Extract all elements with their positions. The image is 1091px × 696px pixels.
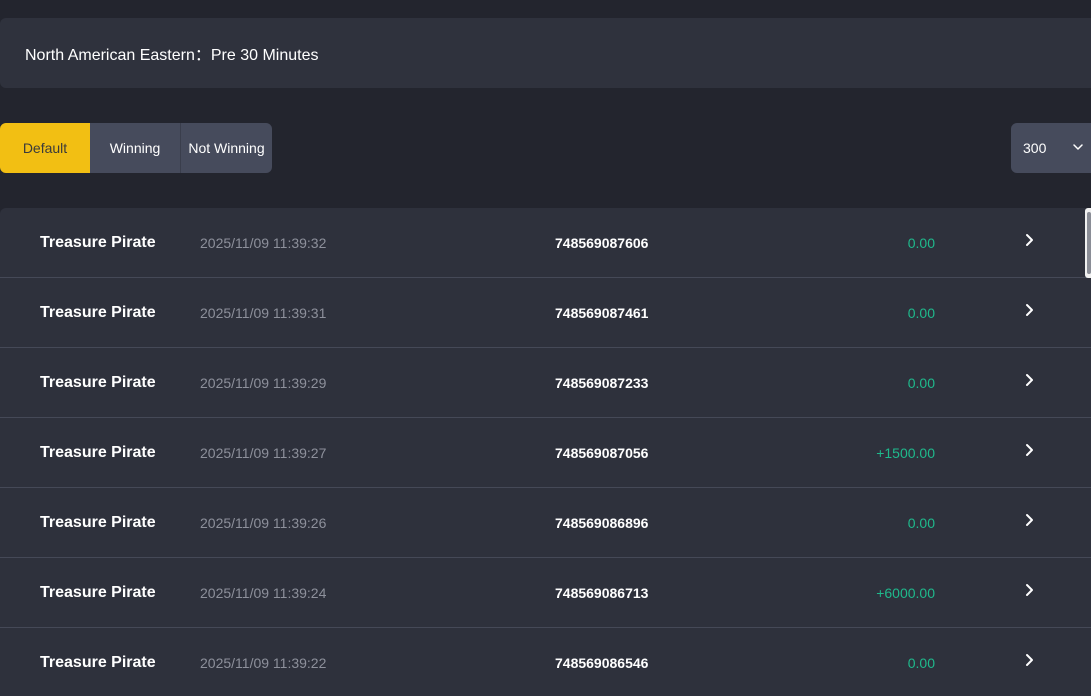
chevron-down-icon	[1073, 144, 1083, 150]
order-id: 748569087056	[555, 445, 649, 461]
order-id: 748569087233	[555, 375, 649, 391]
game-name: Treasure Pirate	[40, 374, 156, 391]
page-size-value: 300	[1023, 140, 1047, 156]
order-id: 748569087606	[555, 235, 649, 251]
bet-time: 2025/11/09 11:39:24	[200, 585, 327, 601]
win-amount: +6000.00	[876, 585, 935, 601]
win-amount: 0.00	[907, 655, 935, 671]
bet-time: 2025/11/09 11:39:32	[200, 235, 327, 251]
timezone-text: North American Eastern：Pre 30 Minutes	[25, 47, 319, 64]
order-id: 748569086546	[555, 655, 649, 671]
bet-time: 2025/11/09 11:39:29	[200, 375, 327, 391]
chevron-right-icon[interactable]	[1022, 302, 1036, 318]
list-scrollbar[interactable]	[1085, 208, 1091, 278]
bet-time: 2025/11/09 11:39:27	[200, 445, 327, 461]
bet-record-row[interactable]: Treasure Pirate 2025/11/09 11:39:27 7485…	[0, 418, 1091, 488]
timezone-banner: North American Eastern：Pre 30 Minutes	[0, 18, 1091, 88]
bet-record-row[interactable]: Treasure Pirate 2025/11/09 11:39:31 7485…	[0, 278, 1091, 348]
chevron-right-icon[interactable]	[1022, 512, 1036, 528]
bet-record-row[interactable]: Treasure Pirate 2025/11/09 11:39:22 7485…	[0, 628, 1091, 696]
bet-record-row[interactable]: Treasure Pirate 2025/11/09 11:39:24 7485…	[0, 558, 1091, 628]
win-amount: 0.00	[907, 515, 935, 531]
game-name: Treasure Pirate	[40, 444, 156, 461]
order-id: 748569086896	[555, 515, 649, 531]
filter-winning-button[interactable]: Winning	[90, 123, 181, 173]
scrollbar-thumb[interactable]	[1087, 212, 1091, 274]
result-filter-tabs: Default Winning Not Winning	[0, 123, 272, 173]
page-size-select[interactable]: 300	[1011, 123, 1091, 173]
order-id: 748569087461	[555, 305, 649, 321]
bet-time: 2025/11/09 11:39:31	[200, 305, 327, 321]
order-id: 748569086713	[555, 585, 649, 601]
bet-record-row[interactable]: Treasure Pirate 2025/11/09 11:39:26 7485…	[0, 488, 1091, 558]
bet-time: 2025/11/09 11:39:26	[200, 515, 327, 531]
chevron-right-icon[interactable]	[1022, 582, 1036, 598]
win-amount: 0.00	[907, 235, 935, 251]
bet-record-row[interactable]: Treasure Pirate 2025/11/09 11:39:29 7485…	[0, 348, 1091, 418]
filter-not-winning-button[interactable]: Not Winning	[181, 123, 272, 173]
chevron-right-icon[interactable]	[1022, 652, 1036, 668]
bet-history-page: North American Eastern：Pre 30 Minutes De…	[0, 0, 1091, 696]
game-name: Treasure Pirate	[40, 234, 156, 251]
win-amount: 0.00	[907, 305, 935, 321]
win-amount: 0.00	[907, 375, 935, 391]
chevron-right-icon[interactable]	[1022, 372, 1036, 388]
bet-record-list: Treasure Pirate 2025/11/09 11:39:32 7485…	[0, 208, 1091, 696]
game-name: Treasure Pirate	[40, 654, 156, 671]
game-name: Treasure Pirate	[40, 304, 156, 321]
chevron-right-icon[interactable]	[1022, 442, 1036, 458]
game-name: Treasure Pirate	[40, 584, 156, 601]
chevron-right-icon[interactable]	[1022, 232, 1036, 248]
filter-default-button[interactable]: Default	[0, 123, 90, 173]
bet-time: 2025/11/09 11:39:22	[200, 655, 327, 671]
bet-record-row[interactable]: Treasure Pirate 2025/11/09 11:39:32 7485…	[0, 208, 1091, 278]
win-amount: +1500.00	[876, 445, 935, 461]
game-name: Treasure Pirate	[40, 514, 156, 531]
